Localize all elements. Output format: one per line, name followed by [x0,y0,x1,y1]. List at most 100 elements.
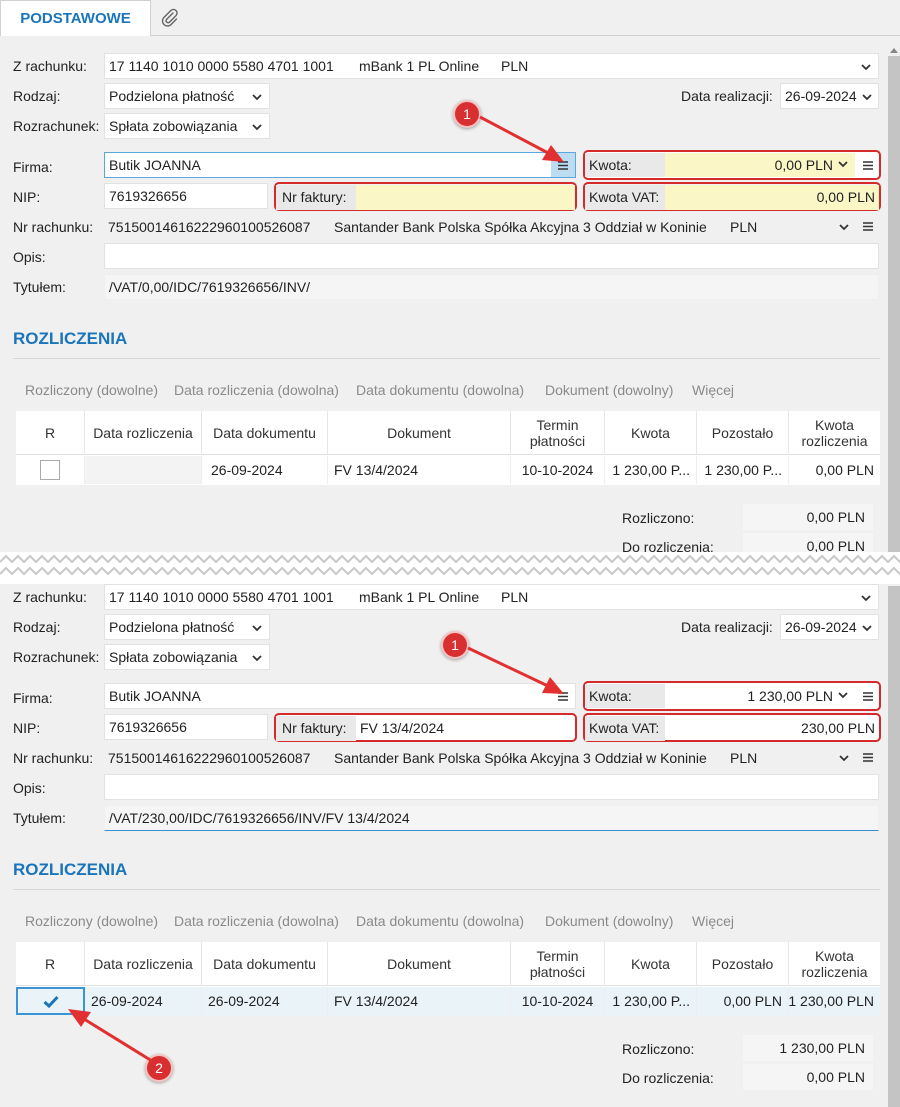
nr-rachunku-bank: Santander Bank Polska Spółka Akcyjna 3 O… [334,219,707,235]
row-checkbox[interactable] [40,460,60,480]
nr-rachunku-number: 75150014616222960100526087 [108,750,311,766]
cell-kwota: 1 230,00 P... [605,456,697,484]
z-rachunku-label: Z rachunku: [13,58,87,74]
chevron-down-icon [861,622,873,634]
nr-faktury-label: Nr faktury: [276,184,356,210]
data-realizacji-label: Data realizacji: [681,88,773,104]
col-data-rozliczenia[interactable]: Data rozliczenia [85,411,202,455]
kwota-label: Kwota: [585,153,665,177]
col-pozostalo[interactable]: Pozostało [697,942,789,986]
cell-data-dokumentu: 26-09-2024 [202,456,328,484]
filter-data-dokumentu[interactable]: Data dokumentu (dowolna) [356,382,524,398]
nr-rachunku-currency: PLN [730,750,758,766]
col-termin[interactable]: Termin płatności [511,942,605,986]
checkmark-icon[interactable] [41,992,61,1010]
z-rachunku-select[interactable]: 17 1140 1010 0000 5580 4701 1001 mBank 1… [104,53,879,79]
col-data-rozliczenia[interactable]: Data rozliczenia [85,942,202,986]
scrollbar-top[interactable] [888,56,900,554]
kwota-label: Kwota: [585,684,665,708]
tytulem-input[interactable]: /VAT/230,00/IDC/7619326656/INV/FV 13/4/2… [104,805,879,831]
filter-dokument[interactable]: Dokument (dowolny) [545,382,673,398]
kwota-menu-icon[interactable] [861,689,875,703]
col-dokument[interactable]: Dokument [328,411,511,455]
filter-data-rozliczenia[interactable]: Data rozliczenia (dowolna) [174,382,339,398]
cell-pozostalo: 0,00 PLN [697,987,789,1015]
rodzaj-value: Podzielona płatność [109,619,235,635]
kwota-vat-field[interactable]: Kwota VAT: 230,00 PLN [585,715,879,741]
filter-dokument[interactable]: Dokument (dowolny) [545,913,673,929]
opis-input[interactable] [104,774,879,800]
col-data-dokumentu[interactable]: Data dokumentu [202,411,328,455]
data-realizacji-label: Data realizacji: [681,619,773,635]
col-r[interactable]: R [16,942,85,986]
kwota-field[interactable]: Kwota: 0,00 PLN [585,152,855,178]
filter-wiecej[interactable]: Więcej [692,913,734,929]
annotation-arrow-1 [479,115,564,162]
nr-rachunku-menu-icon[interactable] [861,219,875,233]
z-rachunku-select[interactable]: 17 1140 1010 0000 5580 4701 1001 mBank 1… [104,584,879,610]
col-pozostalo[interactable]: Pozostało [697,411,789,455]
nr-rachunku-select[interactable]: 75150014616222960100526087 Santander Ban… [104,214,856,240]
col-kwota-rozliczenia[interactable]: Kwota rozliczenia [789,942,880,986]
paperclip-icon[interactable] [151,0,189,36]
rozliczono-label: Rozliczono: [622,510,695,526]
nr-faktury-field[interactable]: Nr faktury: FV 13/4/2024 [276,715,575,741]
data-realizacji-select[interactable]: 26-09-2024 [780,83,879,109]
chevron-down-icon [861,91,873,103]
kwota-vat-value: 0,00 PLN [665,184,879,210]
tab-podstawowe-label: PODSTAWOWE [20,10,131,27]
col-data-dokumentu[interactable]: Data dokumentu [202,942,328,986]
col-kwota-rozliczenia[interactable]: Kwota rozliczenia [789,411,880,455]
opis-label: Opis: [13,249,46,265]
do-rozliczenia-value: 0,00 PLN [743,1064,873,1090]
kwota-vat-label: Kwota VAT: [585,184,665,210]
cell-data-dokumentu: 26-09-2024 [202,987,328,1015]
rozrachunek-select[interactable]: Spłata zobowiązania [104,644,270,670]
cell-termin: 10-10-2024 [511,456,605,484]
kwota-menu-icon[interactable] [861,158,875,172]
rozliczono-label: Rozliczono: [622,1041,695,1057]
tytulem-value: /VAT/230,00/IDC/7619326656/INV/FV 13/4/2… [109,810,410,826]
z-rachunku-bank: mBank 1 PL Online [359,589,480,605]
data-realizacji-select[interactable]: 26-09-2024 [780,614,879,640]
nip-input[interactable]: 7619326656 [104,714,268,740]
kwota-vat-field[interactable]: Kwota VAT: 0,00 PLN [585,184,879,210]
rozrachunek-label: Rozrachunek: [13,118,100,134]
scrollbar-bottom[interactable] [888,586,900,1107]
firma-value: Butik JOANNA [109,688,201,704]
rozrachunek-select[interactable]: Spłata zobowiązania [104,113,270,139]
rodzaj-select[interactable]: Podzielona płatność [104,614,270,640]
nip-input[interactable]: 7619326656 [104,183,268,209]
kwota-field[interactable]: Kwota: 1 230,00 PLN [585,683,855,709]
tab-podstawowe[interactable]: PODSTAWOWE [0,0,151,36]
nr-rachunku-number: 75150014616222960100526087 [108,219,311,235]
nip-value: 7619326656 [109,188,187,204]
filter-data-rozliczenia[interactable]: Data rozliczenia (dowolna) [174,913,339,929]
nip-label: NIP: [13,189,41,205]
filter-rozliczony[interactable]: Rozliczony (dowolne) [25,913,158,929]
col-termin[interactable]: Termin płatności [511,411,605,455]
col-kwota[interactable]: Kwota [605,411,697,455]
filter-rozliczony[interactable]: Rozliczony (dowolne) [25,382,158,398]
rodzaj-select[interactable]: Podzielona płatność [104,83,270,109]
chevron-down-icon[interactable] [837,158,849,170]
scroll-up-icon[interactable] [890,40,898,53]
col-r[interactable]: R [16,411,85,455]
chevron-down-icon [838,221,850,233]
nr-rachunku-select[interactable]: 75150014616222960100526087 Santander Ban… [104,745,856,771]
nr-rachunku-menu-icon[interactable] [861,750,875,764]
annotation-arrow-1 [467,646,564,694]
col-kwota[interactable]: Kwota [605,942,697,986]
table-row[interactable]: 26-09-2024 FV 13/4/2024 10-10-2024 1 230… [16,456,880,485]
filter-wiecej[interactable]: Więcej [692,382,734,398]
cell-kwota-rozliczenia: 0,00 PLN [815,462,874,478]
nr-faktury-field[interactable]: Nr faktury: [276,184,575,210]
col-dokument[interactable]: Dokument [328,942,511,986]
filter-data-dokumentu[interactable]: Data dokumentu (dowolna) [356,913,524,929]
rozrachunek-value: Spłata zobowiązania [109,118,238,134]
z-rachunku-number: 17 1140 1010 0000 5580 4701 1001 [109,58,334,74]
chevron-down-icon[interactable] [837,689,849,701]
tytulem-input[interactable]: /VAT/0,00/IDC/7619326656/INV/ [104,274,879,300]
opis-input[interactable] [104,243,879,269]
tytulem-label: Tytułem: [13,810,66,826]
